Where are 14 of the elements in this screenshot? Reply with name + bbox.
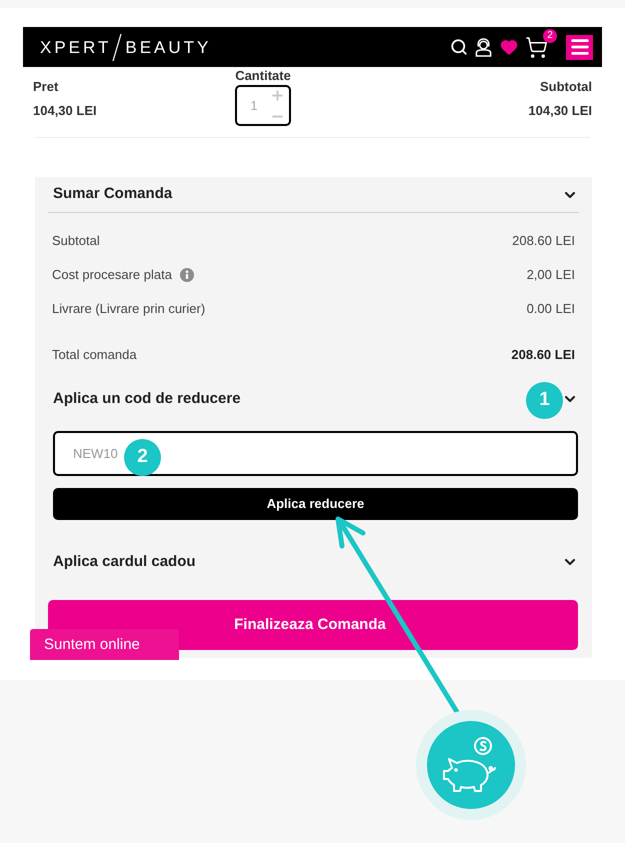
summary-value: 208.60 LEI bbox=[512, 232, 575, 250]
total-value: 208.60 LEI bbox=[511, 346, 575, 364]
summary-label: Subtotal bbox=[52, 232, 100, 250]
cart-count: 2 bbox=[543, 28, 557, 42]
price-text: 104,30 LEI bbox=[33, 103, 97, 119]
column-label: Cantitate bbox=[235, 68, 291, 84]
column-label: Subtotal bbox=[540, 79, 592, 95]
total-label: Total comanda bbox=[52, 346, 137, 364]
summary-label: Livrare (Livrare prin curier) bbox=[52, 300, 206, 318]
subtotal-text: 104,30 LEI bbox=[528, 103, 592, 119]
summary-label: Cost procesare plata bbox=[52, 266, 172, 284]
column-label: Pret bbox=[33, 79, 58, 95]
summary-value: 2,00 LEI bbox=[526, 266, 575, 284]
summary-value: 0.00 LEI bbox=[526, 300, 575, 318]
